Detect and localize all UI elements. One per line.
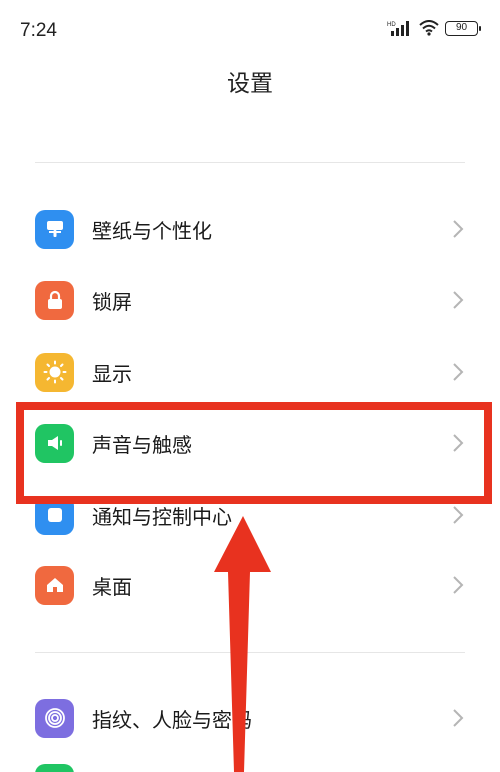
settings-item-partial[interactable] — [35, 764, 74, 772]
settings-item-label: 桌面 — [92, 574, 132, 599]
settings-item-display[interactable]: 显示 — [0, 337, 500, 407]
status-icons: HD 90 — [387, 20, 481, 36]
chevron-right-icon — [453, 576, 464, 594]
divider — [35, 652, 465, 653]
settings-item-security[interactable]: 指纹、人脸与密码 — [0, 683, 500, 753]
settings-item-wallpaper[interactable]: 壁纸与个性化 — [0, 194, 500, 264]
status-bar: 7:24 HD 90 — [0, 0, 500, 62]
settings-item-label: 通知与控制中心 — [92, 504, 232, 529]
signal-icon: HD — [387, 21, 409, 36]
svg-text:HD: HD — [387, 22, 396, 28]
chevron-right-icon — [453, 363, 464, 381]
settings-item-label: 显示 — [92, 361, 132, 386]
sun-icon — [35, 352, 74, 392]
chevron-right-icon — [453, 709, 464, 727]
highlight-box — [16, 402, 492, 504]
settings-item-label: 壁纸与个性化 — [92, 218, 212, 243]
chevron-right-icon — [453, 220, 464, 238]
wallpaper-icon — [35, 209, 74, 249]
fingerprint-icon — [35, 698, 74, 738]
chevron-right-icon — [453, 506, 464, 524]
settings-item-desktop[interactable]: 桌面 — [0, 550, 500, 620]
settings-item-label: 锁屏 — [92, 289, 132, 314]
settings-item-lockscreen[interactable]: 锁屏 — [0, 265, 500, 335]
divider — [35, 162, 465, 163]
home-icon — [35, 565, 74, 605]
battery-icon: 90 — [445, 20, 481, 36]
settings-item-label: 指纹、人脸与密码 — [92, 707, 252, 732]
lock-icon — [35, 280, 74, 320]
page-title: 设置 — [227, 71, 273, 97]
chevron-right-icon — [453, 291, 464, 309]
status-time: 7:24 — [20, 20, 57, 41]
wifi-icon — [419, 20, 439, 36]
